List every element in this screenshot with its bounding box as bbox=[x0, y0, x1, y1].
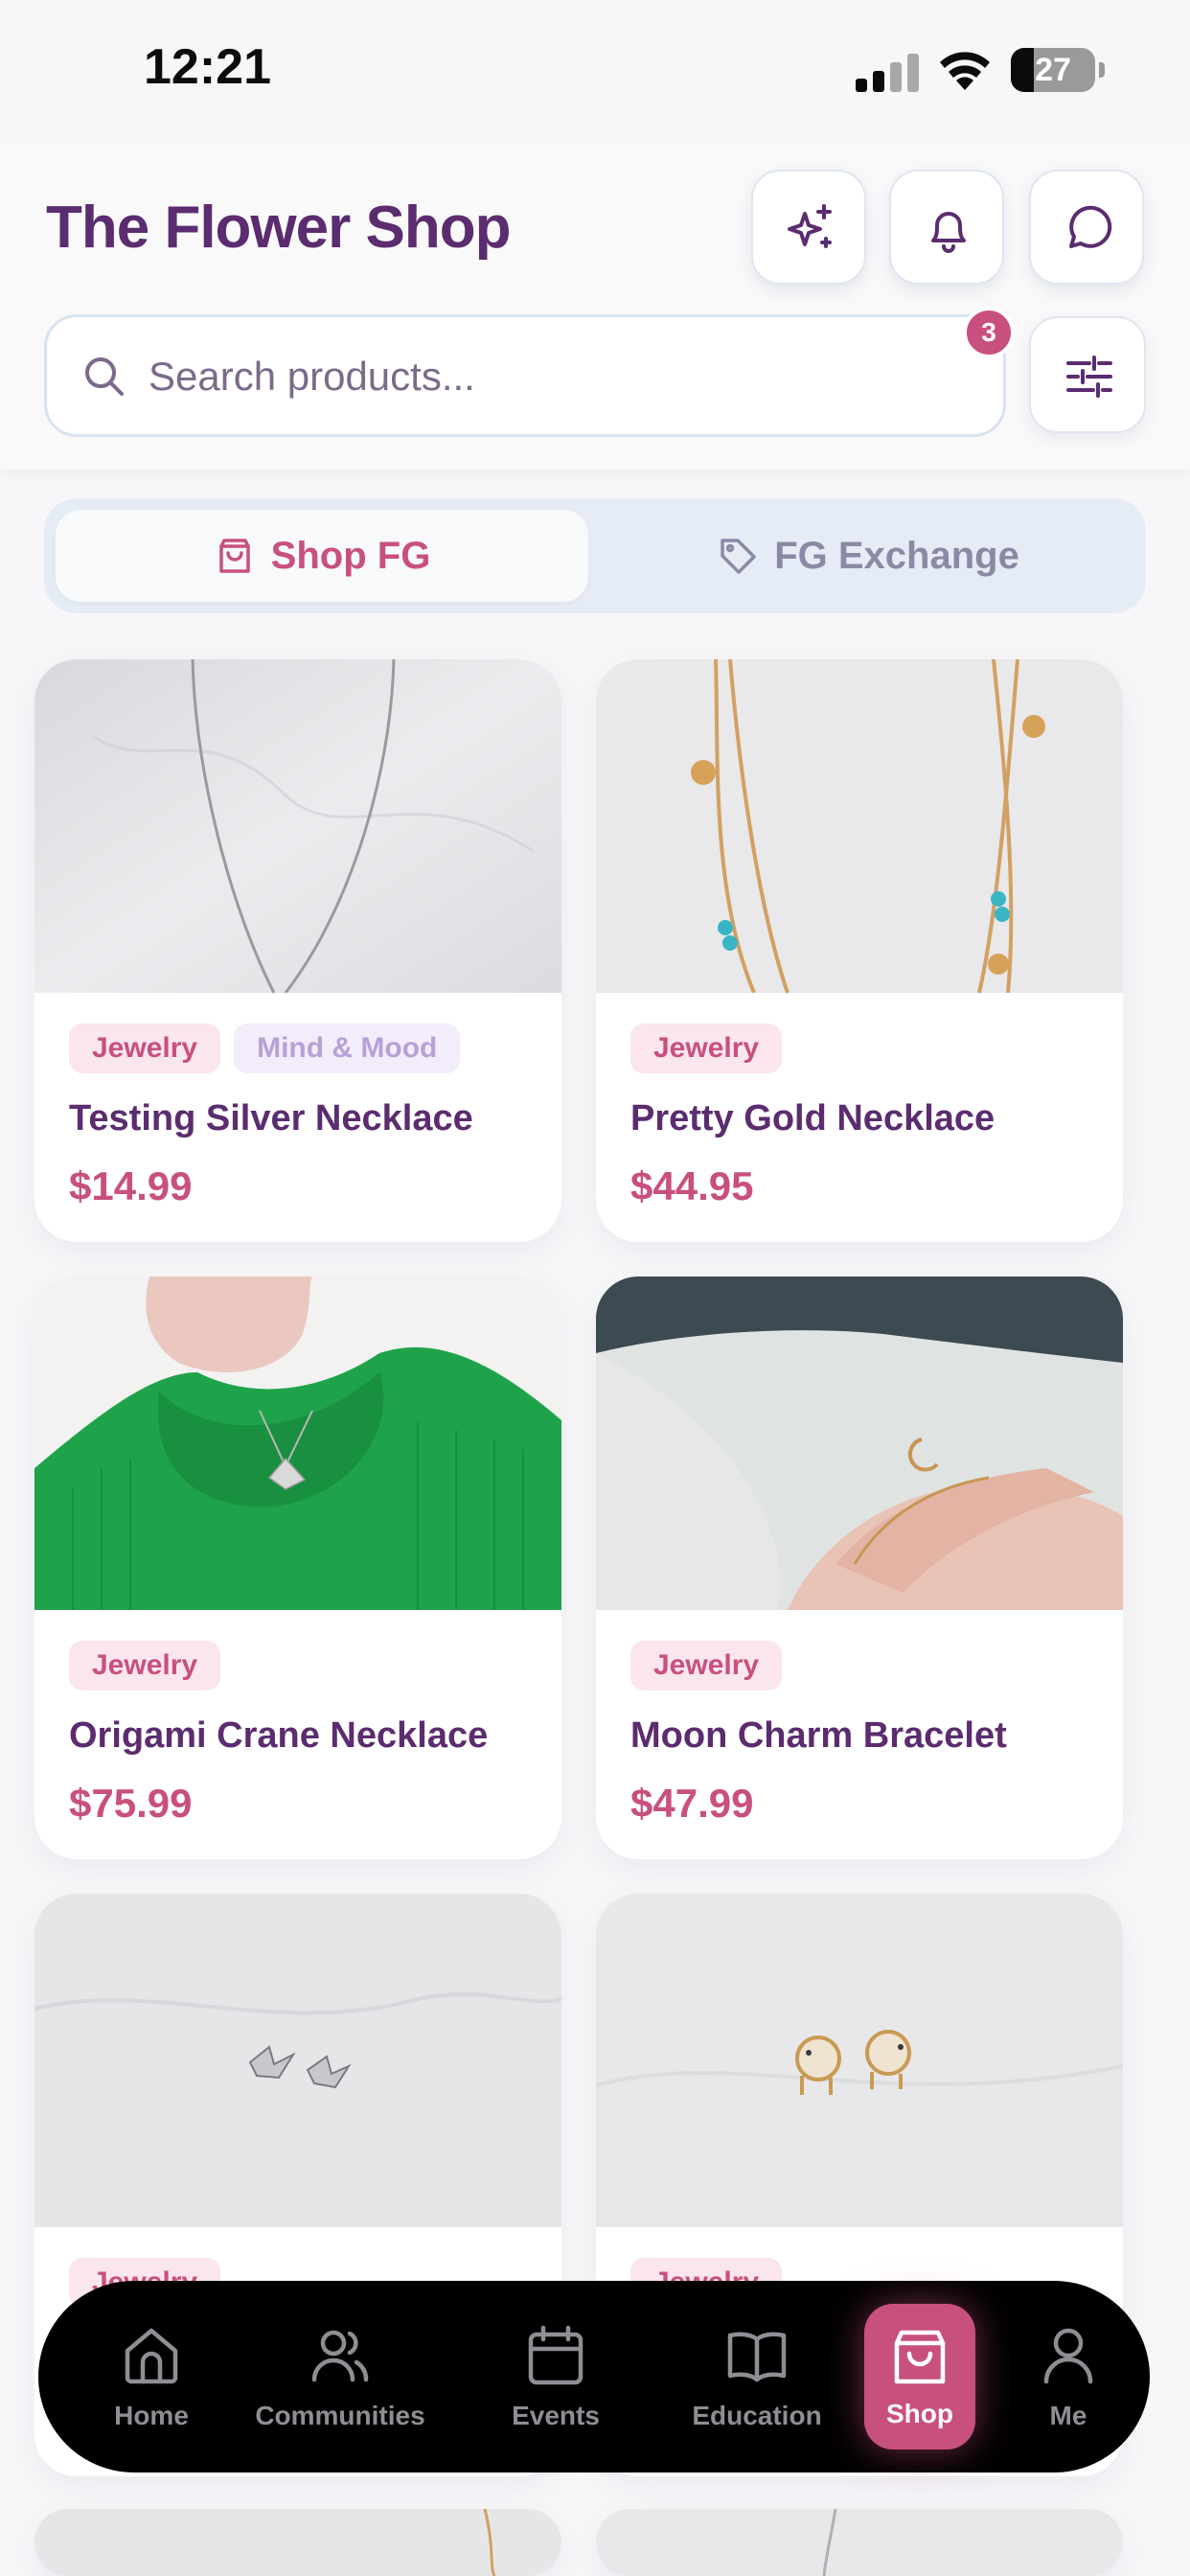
product-card[interactable]: Jewelry Mind & Mood Testing Silver Neckl… bbox=[34, 659, 561, 1242]
nav-label: Events bbox=[512, 2401, 600, 2430]
notification-badge: 3 bbox=[963, 307, 1015, 358]
category-tag: Jewelry bbox=[630, 1024, 783, 1073]
product-name: Origami Crane Necklace bbox=[69, 1715, 489, 1756]
sparkles-icon bbox=[788, 204, 832, 248]
bell-icon bbox=[931, 212, 966, 253]
category-tag: Mind & Mood bbox=[234, 1024, 461, 1073]
nav-label: Home bbox=[114, 2401, 189, 2430]
search-input[interactable] bbox=[149, 346, 982, 407]
messages-button[interactable] bbox=[1029, 170, 1144, 285]
nav-shop[interactable]: Shop bbox=[864, 2304, 975, 2450]
search-icon bbox=[85, 357, 124, 396]
product-card[interactable] bbox=[34, 2509, 561, 2576]
bottom-tab-bar: Home Communities Events Education Shop M… bbox=[38, 2281, 1150, 2472]
shopping-bag-icon bbox=[894, 2330, 946, 2384]
tab-label: FG Exchange bbox=[774, 534, 1019, 577]
nav-label: Communities bbox=[255, 2401, 425, 2430]
product-name: Testing Silver Necklace bbox=[69, 1098, 473, 1138]
product-card[interactable]: Jewelry Origami Crane Necklace $75.99 bbox=[34, 1276, 561, 1859]
tab-fg-exchange[interactable]: FG Exchange bbox=[600, 510, 1136, 602]
shopping-bag-icon bbox=[218, 539, 250, 573]
nav-home[interactable]: Home bbox=[75, 2281, 228, 2472]
tab-label: Shop FG bbox=[270, 534, 431, 577]
home-icon bbox=[125, 2328, 178, 2384]
notifications-button[interactable] bbox=[889, 170, 1004, 285]
product-price: $47.99 bbox=[630, 1781, 754, 1826]
product-price: $44.95 bbox=[630, 1163, 754, 1208]
nav-me[interactable]: Me bbox=[1011, 2281, 1126, 2472]
nav-communities[interactable]: Communities bbox=[244, 2281, 436, 2472]
calendar-icon bbox=[528, 2325, 584, 2385]
search-bar[interactable] bbox=[44, 314, 1006, 437]
filter-button[interactable] bbox=[1029, 316, 1146, 433]
battery-level: 27 bbox=[1035, 52, 1071, 88]
wifi-icon bbox=[940, 52, 990, 90]
sliders-icon bbox=[1066, 356, 1112, 398]
product-image bbox=[34, 2509, 561, 2576]
product-card[interactable] bbox=[596, 2509, 1123, 2576]
ai-assistant-button[interactable] bbox=[751, 170, 866, 285]
product-card[interactable]: Jewelry Moon Charm Bracelet $47.99 bbox=[596, 1276, 1123, 1859]
chat-bubble-icon bbox=[1069, 205, 1112, 248]
app-header: The Flower Shop 3 bbox=[0, 144, 1190, 470]
product-price: $75.99 bbox=[69, 1781, 193, 1826]
product-image-crane-earrings bbox=[34, 1894, 561, 2227]
nav-label: Shop bbox=[886, 2399, 953, 2428]
users-icon bbox=[311, 2330, 369, 2382]
user-icon bbox=[1043, 2328, 1093, 2384]
product-image-elephant-earrings bbox=[596, 1894, 1123, 2227]
product-image-silver-necklace bbox=[34, 659, 561, 993]
tab-shop-fg[interactable]: Shop FG bbox=[56, 510, 588, 602]
product-image-origami-crane bbox=[34, 1276, 561, 1610]
product-name: Moon Charm Bracelet bbox=[630, 1715, 1007, 1756]
category-tag: Jewelry bbox=[630, 1641, 783, 1690]
nav-education[interactable]: Education bbox=[666, 2281, 848, 2472]
cellular-signal-icon bbox=[856, 54, 919, 92]
category-tag: Jewelry bbox=[69, 1024, 221, 1073]
product-price: $14.99 bbox=[69, 1163, 193, 1208]
nav-label: Me bbox=[1049, 2401, 1087, 2430]
product-card[interactable]: Jewelry Pretty Gold Necklace $44.95 bbox=[596, 659, 1123, 1242]
shop-tabs: Shop FG FG Exchange bbox=[44, 498, 1146, 613]
status-bar: 12:21 27 bbox=[0, 0, 1190, 144]
product-image-gold-necklace bbox=[596, 659, 1123, 993]
product-image-moon-bracelet bbox=[596, 1276, 1123, 1610]
book-icon bbox=[727, 2332, 787, 2382]
product-image bbox=[596, 2509, 1123, 2576]
nav-events[interactable]: Events bbox=[479, 2281, 632, 2472]
nav-label: Education bbox=[692, 2401, 822, 2430]
tag-icon bbox=[721, 539, 756, 574]
page-title: The Flower Shop bbox=[46, 195, 511, 261]
status-time: 12:21 bbox=[144, 39, 271, 95]
product-name: Pretty Gold Necklace bbox=[630, 1098, 995, 1138]
battery-indicator: 27 bbox=[1011, 48, 1105, 92]
category-tag: Jewelry bbox=[69, 1641, 221, 1690]
